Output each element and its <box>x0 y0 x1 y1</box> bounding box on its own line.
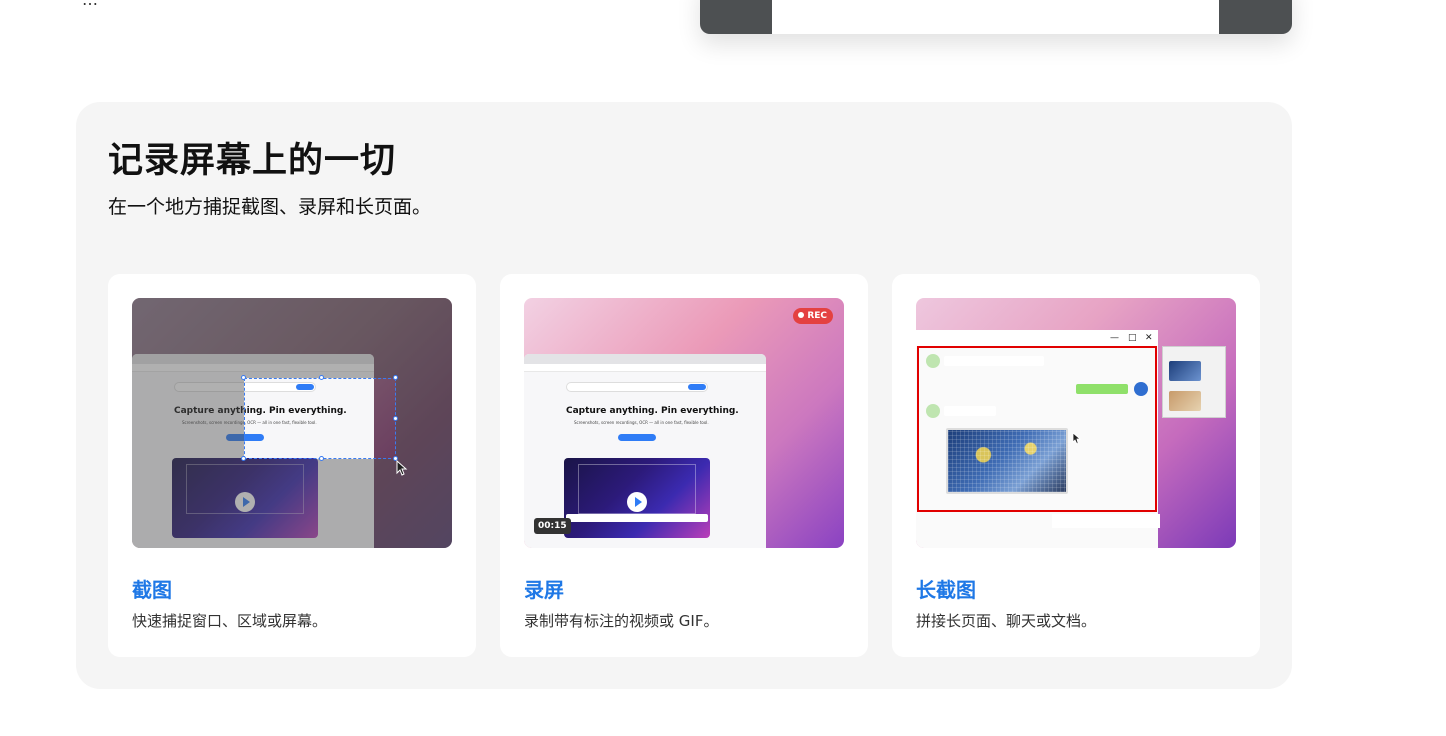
avatar <box>1134 382 1148 396</box>
section-title: 记录屏幕上的一切 <box>108 141 397 181</box>
mosaic-image <box>946 428 1068 494</box>
hero-cta <box>618 434 656 441</box>
window-titlebar <box>916 330 1158 346</box>
dim-overlay-left <box>132 378 244 548</box>
stitch-thumb <box>1169 361 1201 381</box>
minimize-icon[interactable]: — <box>1110 333 1119 343</box>
site-nav <box>566 382 708 392</box>
browser-tabbar <box>524 354 766 364</box>
stitch-preview-panel <box>1162 346 1226 418</box>
selection-region[interactable] <box>244 378 396 459</box>
rec-badge: REC <box>793 308 833 324</box>
chat-bubble <box>944 356 1044 366</box>
dim-overlay-bottom <box>244 459 396 548</box>
close-icon[interactable]: ✕ <box>1145 333 1153 343</box>
stitch-thumb <box>1169 391 1201 411</box>
site-nav-button <box>688 384 706 390</box>
avatar <box>926 354 940 368</box>
recording-thumbnail: Capture anything. Pin everything. Screen… <box>524 298 844 548</box>
top-cut-text: … <box>82 0 98 9</box>
card-description: 拼接长页面、聊天或文档。 <box>916 612 1097 630</box>
screenshot-thumbnail: Capture anything. Pin everything. Screen… <box>132 298 452 548</box>
card-description: 快速捕捉窗口、区域或屏幕。 <box>132 612 328 630</box>
recording-timer: 00:15 <box>534 518 571 534</box>
card-title[interactable]: 截图 <box>132 574 172 603</box>
top-preview-content <box>772 0 1219 34</box>
play-icon <box>627 492 647 512</box>
selection-handle-icon[interactable] <box>319 456 324 461</box>
feature-card-screenshot[interactable]: Capture anything. Pin everything. Screen… <box>108 274 476 657</box>
long-screenshot-thumbnail: — □ ✕ <box>916 298 1236 548</box>
card-description: 录制带有标注的视频或 GIF。 <box>524 612 719 630</box>
card-title[interactable]: 录屏 <box>524 574 564 603</box>
feature-card-long-screenshot[interactable]: — □ ✕ 长截图 拼接长页面、聊天或文档。 <box>892 274 1260 657</box>
cursor-icon <box>396 460 408 476</box>
rec-label: REC <box>807 311 827 321</box>
selection-handle-icon[interactable] <box>241 375 246 380</box>
rec-dot-icon <box>798 312 805 318</box>
avatar <box>926 404 940 418</box>
browser-address-bar <box>524 364 766 372</box>
selection-handle-icon[interactable] <box>241 456 246 461</box>
recording-toolbar <box>566 514 708 522</box>
section-subtitle: 在一个地方捕捉截图、录屏和长页面。 <box>108 196 432 218</box>
hero-subtext: Screenshots, screen recordings, OCR — al… <box>574 420 709 425</box>
feature-card-recording[interactable]: Capture anything. Pin everything. Screen… <box>500 274 868 657</box>
feature-section: 记录屏幕上的一切 在一个地方捕捉截图、录屏和长页面。 Capture anyth… <box>76 102 1292 689</box>
selection-handle-icon[interactable] <box>393 375 398 380</box>
chat-bubble-self <box>1076 384 1128 394</box>
maximize-icon[interactable]: □ <box>1128 333 1137 343</box>
top-preview-window <box>700 0 1292 34</box>
long-capture-toolbar <box>1052 514 1160 528</box>
hero-headline: Capture anything. Pin everything. <box>566 406 739 416</box>
chat-bubble <box>944 406 996 416</box>
dim-overlay-top <box>132 298 452 378</box>
selection-handle-icon[interactable] <box>319 375 324 380</box>
card-title[interactable]: 长截图 <box>916 574 976 603</box>
cursor-icon <box>1072 432 1082 445</box>
selection-handle-icon[interactable] <box>393 416 398 421</box>
video-preview <box>564 458 710 538</box>
